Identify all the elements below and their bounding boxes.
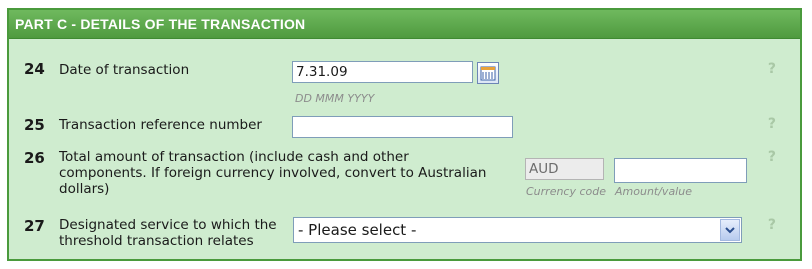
label-line: dollars) xyxy=(59,181,110,197)
select-value: - Please select - xyxy=(298,221,417,239)
currency-code-hint: Currency code xyxy=(526,185,607,198)
field-number: 27 xyxy=(24,217,45,235)
calendar-icon[interactable] xyxy=(477,62,499,84)
calendar-icon-graphic xyxy=(480,66,496,81)
label-line: threshold transaction relates xyxy=(59,233,254,249)
label-line: components. If foreign currency involved… xyxy=(59,165,487,181)
chevron-down-icon xyxy=(725,227,735,234)
transaction-date-input[interactable]: 7.31.09 xyxy=(292,61,473,83)
label-line: Designated service to which the xyxy=(59,217,277,233)
field-label: Date of transaction xyxy=(59,62,190,78)
field-label: Total amount of transaction (include cas… xyxy=(59,149,529,197)
help-icon[interactable]: ? xyxy=(768,116,776,132)
section-header: PART C - DETAILS OF THE TRANSACTION xyxy=(9,10,800,39)
amount-value-hint: Amount/value xyxy=(615,185,692,198)
field-label: Transaction reference number xyxy=(59,117,262,133)
transaction-details-panel: PART C - DETAILS OF THE TRANSACTION 24 D… xyxy=(7,8,802,261)
field-label: Designated service to which the threshol… xyxy=(59,217,299,249)
dropdown-button[interactable] xyxy=(720,219,740,241)
amount-value-input[interactable] xyxy=(614,158,747,183)
field-number: 25 xyxy=(24,116,45,134)
field-number: 24 xyxy=(24,60,45,78)
help-icon[interactable]: ? xyxy=(768,149,776,165)
field-number: 26 xyxy=(24,149,45,167)
transaction-reference-input[interactable] xyxy=(292,116,513,138)
help-icon[interactable]: ? xyxy=(768,61,776,77)
designated-service-select[interactable]: - Please select - xyxy=(293,217,742,243)
currency-code-field: AUD xyxy=(525,158,604,180)
help-icon[interactable]: ? xyxy=(768,217,776,233)
label-line: Total amount of transaction (include cas… xyxy=(59,149,409,165)
date-format-hint: DD MMM YYYY xyxy=(295,92,375,105)
